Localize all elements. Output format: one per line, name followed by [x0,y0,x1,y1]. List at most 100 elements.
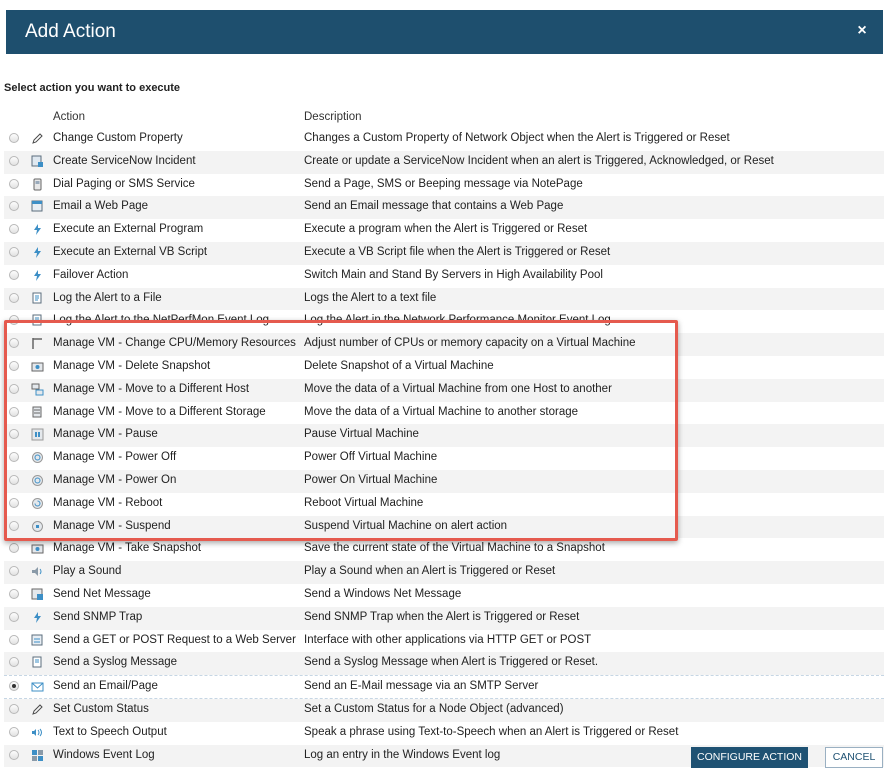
action-description: Changes a Custom Property of Network Obj… [304,132,730,144]
net-message-icon [31,588,44,601]
action-description: Log an entry in the Windows Event log [304,748,501,761]
table-row[interactable]: Dial Paging or SMS Service Send a Page, S… [4,174,884,197]
action-name: Send a Syslog Message [53,656,178,669]
configure-action-button[interactable]: CONFIGURE ACTION [691,747,808,768]
action-description: Reboot Virtual Machine [304,496,424,509]
action-radio[interactable] [9,611,19,622]
table-row[interactable]: Manage VM - Take Snapshot Save the curren… [4,538,884,561]
table-row[interactable]: Play a Sound Play a Sound when an Alert i… [4,561,884,584]
table-row[interactable]: Log the Alert to a File Logs the Alert to… [4,287,884,311]
vm-snapshot-icon [31,542,44,555]
table-body: Change Custom Property Changes a Custom P… [4,128,884,768]
incident-icon [31,155,44,168]
table-row[interactable]: Send a Syslog Message Send a Syslog Messa… [4,652,884,676]
close-icon[interactable]: × [855,23,869,39]
action-name: Send an Email/Page [53,680,158,693]
action-radio[interactable] [9,201,19,212]
action-radio[interactable] [9,292,19,303]
action-description: Adjust number of CPUs or memory capacity… [304,337,636,350]
action-radio[interactable] [9,406,19,417]
action-description: Send a Syslog Message when Alert is Trig… [304,656,599,669]
action-name: Manage VM - Move to a Different Host [53,382,250,395]
table-row[interactable]: Manage VM - Reboot Reboot Virtual Machine [4,493,884,516]
action-description: Switch Main and Stand By Servers in High… [304,268,603,281]
action-description: Logs the Alert to a text file [304,291,437,304]
table-row[interactable]: Manage VM - Suspend Suspend Virtual Machi… [4,515,884,539]
action-radio[interactable] [9,429,19,440]
vm-pause-icon [31,428,44,441]
action-radio[interactable] [9,383,19,394]
table-row[interactable]: Change Custom Property Changes a Custom P… [4,128,884,151]
action-radio[interactable] [9,681,19,692]
action-name: Log the Alert to a File [53,291,162,304]
syslog-icon [31,656,44,669]
action-name: Manage VM - Power Off [53,451,177,464]
vm-host-icon [31,383,44,396]
event-log-icon [31,749,44,762]
table-row[interactable]: Manage VM - Change CPU/Memory Resources A… [4,333,884,356]
column-header-description: Description [304,111,362,123]
action-radio[interactable] [9,703,19,714]
table-row[interactable]: Execute an External VB Script Execute a V… [4,241,884,265]
vm-suspend-icon [31,520,44,533]
action-name: Manage VM - Suspend [53,519,171,532]
action-radio[interactable] [9,452,19,463]
action-radio[interactable] [9,338,19,349]
action-description: Speak a phrase using Text-to-Speech when… [304,725,679,738]
action-radio[interactable] [9,543,19,554]
action-radio[interactable] [9,224,19,235]
table-row[interactable]: Manage VM - Pause Pause Virtual Machine [4,424,884,448]
pager-icon [31,178,44,191]
vm-snapshot-icon [31,360,44,373]
table-row[interactable]: Failover Action Switch Main and Stand By … [4,265,884,288]
table-row[interactable]: Execute an External Program Execute a pro… [4,219,884,242]
action-radio[interactable] [9,178,19,189]
action-radio[interactable] [9,360,19,371]
action-radio[interactable] [9,155,19,166]
column-header-action: Action [53,111,85,123]
table-row[interactable]: Create ServiceNow Incident Create or upda… [4,150,884,174]
action-radio[interactable] [9,497,19,508]
action-description: Set a Custom Status for a Node Object (a… [304,702,564,715]
table-row[interactable]: Send Net Message Send a Windows Net Messa… [4,584,884,607]
action-radio[interactable] [9,269,19,280]
table-row[interactable]: Text to Speech Output Speak a phrase usin… [4,722,884,745]
action-radio[interactable] [9,749,19,760]
action-radio[interactable] [9,657,19,668]
vm-resources-icon [31,337,44,350]
table-row[interactable]: Send an Email/Page Send an E-Mail message… [4,675,884,699]
action-name: Send Net Message [53,587,151,600]
action-radio[interactable] [9,566,19,577]
action-name: Execute an External VB Script [53,245,208,258]
cancel-button[interactable]: CANCEL [825,747,883,768]
table-row[interactable]: Manage VM - Move to a Different Storage M… [4,402,884,425]
action-radio[interactable] [9,520,19,531]
action-radio[interactable] [9,133,19,143]
lightning-icon [31,246,44,259]
table-row[interactable]: Email a Web Page Send an Email message th… [4,196,884,220]
table-row[interactable]: Manage VM - Move to a Different Host Move… [4,378,884,402]
lightning-icon [31,611,44,624]
action-radio[interactable] [9,726,19,737]
action-radio[interactable] [9,474,19,485]
table-row[interactable]: Send SNMP Trap Send SNMP Trap when the Al… [4,606,884,630]
log-file-icon [31,292,44,305]
action-description: Move the data of a Virtual Machine from … [304,382,612,395]
action-radio[interactable] [9,634,19,645]
action-name: Email a Web Page [53,200,149,213]
table-row[interactable]: Manage VM - Power Off Power Off Virtual M… [4,447,884,470]
action-description: Power Off Virtual Machine [304,451,438,464]
table-row[interactable]: Manage VM - Power On Power On Virtual Mac… [4,469,884,493]
table-row[interactable]: Send a GET or POST Request to a Web Serv… [4,630,884,653]
table-row[interactable]: Manage VM - Delete Snapshot Delete Snapsh… [4,356,884,379]
lightning-icon [31,269,44,282]
action-radio[interactable] [9,246,19,257]
pencil-icon [31,132,44,145]
table-row[interactable]: Set Custom Status Set a Custom Status for… [4,698,884,722]
action-name: Manage VM - Pause [53,428,158,441]
action-radio[interactable] [9,315,19,326]
action-description: Send an E-Mail message via an SMTP Serve… [304,680,539,693]
action-name: Create ServiceNow Incident [53,154,196,167]
table-row[interactable]: Log the Alert to the NetPerfMon Event Lo… [4,310,884,333]
action-radio[interactable] [9,588,19,599]
